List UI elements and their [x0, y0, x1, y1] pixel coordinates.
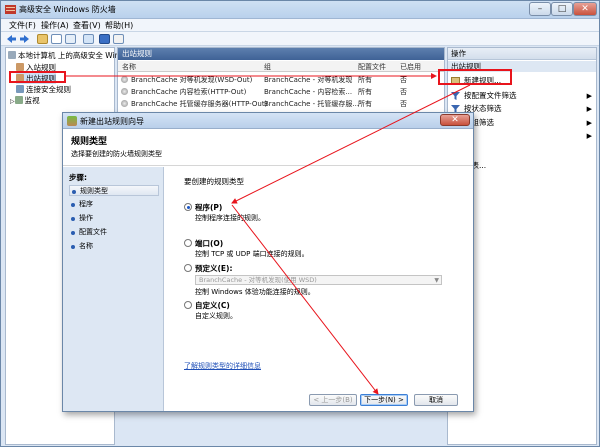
annotation-arrows: [66, 73, 471, 395]
annotation-arrow-to-next: [231, 204, 379, 395]
annotation-arrow-to-program: [231, 84, 471, 204]
